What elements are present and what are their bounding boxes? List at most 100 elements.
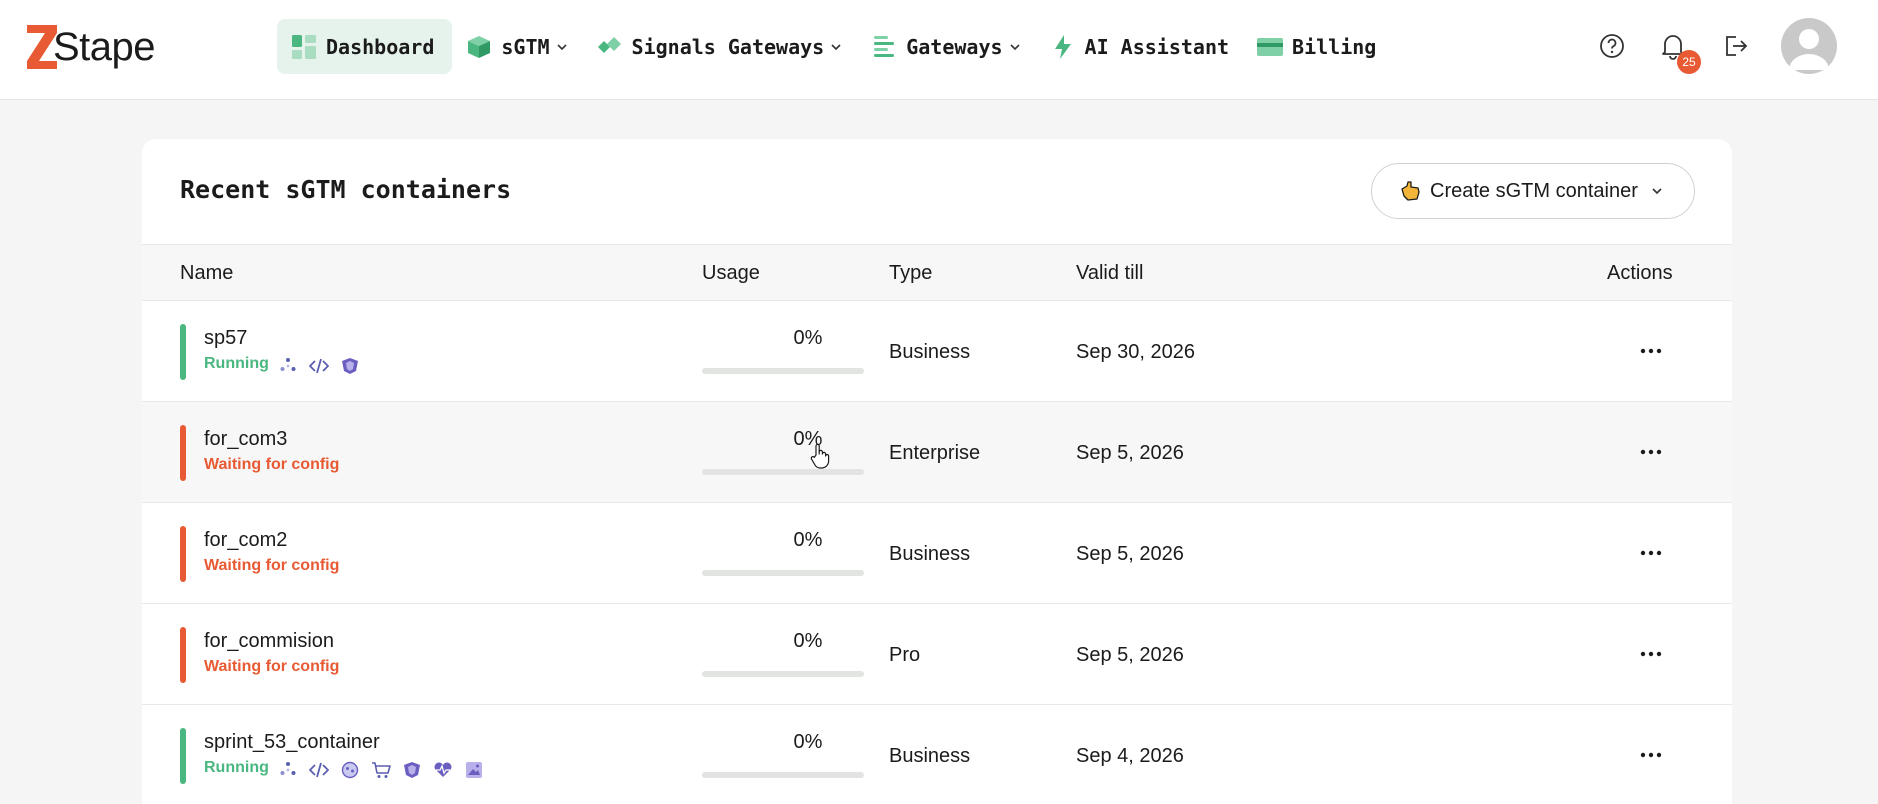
shield-icon bbox=[402, 760, 422, 780]
container-valid-till: Sep 5, 2026 bbox=[1076, 543, 1184, 565]
status-indicator-bar bbox=[180, 324, 186, 380]
avatar[interactable] bbox=[1781, 18, 1837, 74]
table-row[interactable]: sp57 Running 0% Business Sep 30, 2026 bbox=[142, 301, 1732, 402]
cart-icon bbox=[371, 760, 391, 780]
more-actions-icon[interactable] bbox=[1636, 640, 1666, 668]
more-actions-icon[interactable] bbox=[1636, 337, 1666, 365]
nav-label-billing: Billing bbox=[1292, 34, 1377, 59]
container-type: Business bbox=[889, 341, 971, 363]
image-icon bbox=[464, 760, 484, 780]
status-indicator-bar bbox=[180, 425, 186, 481]
feature-icons bbox=[278, 356, 371, 376]
table-header: Name Usage Type Valid till Actions bbox=[142, 244, 1732, 301]
code-icon bbox=[309, 356, 329, 376]
stape-logo-mark bbox=[27, 25, 57, 69]
container-type: Enterprise bbox=[889, 442, 981, 464]
card-title: Recent sGTM containers bbox=[180, 175, 512, 204]
container-valid-till: Sep 30, 2026 bbox=[1076, 341, 1195, 363]
container-type: Business bbox=[889, 543, 971, 565]
lines-icon bbox=[871, 34, 897, 60]
nav-label-ai-assistant: AI Assistant bbox=[1084, 34, 1230, 59]
code-icon bbox=[309, 760, 329, 780]
container-valid-till: Sep 5, 2026 bbox=[1076, 644, 1184, 666]
usage-progress-bar bbox=[702, 570, 864, 576]
column-header-type: Type bbox=[889, 262, 933, 284]
nav-item-ai-assistant[interactable]: AI Assistant bbox=[1036, 19, 1244, 74]
table-row[interactable]: for_commision Waiting for config 0% Pro Sep … bbox=[142, 604, 1732, 705]
globe-icon bbox=[340, 760, 360, 780]
nav-label-sgtm: sGTM bbox=[501, 34, 550, 59]
nav-item-sgtm[interactable]: sGTM bbox=[452, 19, 582, 74]
stape-logo[interactable]: Stape bbox=[27, 24, 156, 70]
status-indicator-bar bbox=[180, 526, 186, 582]
feature-icons bbox=[278, 760, 495, 780]
container-status: Waiting for config bbox=[204, 557, 340, 574]
column-header-usage: Usage bbox=[702, 262, 760, 284]
logout-icon[interactable] bbox=[1720, 30, 1752, 62]
container-type: Pro bbox=[889, 644, 921, 666]
chevron-down-icon bbox=[829, 40, 843, 54]
help-icon[interactable] bbox=[1596, 30, 1628, 62]
main-nav: Dashboard sGTM Signals Gateways Gateways bbox=[277, 19, 1390, 74]
container-status: Waiting for config bbox=[204, 658, 340, 675]
usage-value: 0% bbox=[793, 327, 823, 349]
nav-item-signals-gateways[interactable]: Signals Gateways bbox=[583, 19, 858, 74]
container-status: Running bbox=[204, 355, 269, 372]
shield-icon bbox=[340, 356, 360, 376]
nav-label-dashboard: Dashboard bbox=[326, 34, 435, 59]
hand-cursor-icon bbox=[810, 443, 830, 469]
pulse-icon bbox=[433, 760, 453, 780]
container-valid-till: Sep 4, 2026 bbox=[1076, 745, 1184, 767]
lightning-icon bbox=[1050, 34, 1076, 60]
usage-value: 0% bbox=[793, 731, 823, 753]
usage-value: 0% bbox=[793, 529, 823, 551]
column-header-valid-till: Valid till bbox=[1076, 262, 1144, 284]
nav-item-gateways[interactable]: Gateways bbox=[857, 19, 1035, 74]
container-name-link[interactable]: for_com2 bbox=[204, 529, 287, 552]
usage-progress-bar bbox=[702, 671, 864, 677]
nav-label-signals-gateways: Signals Gateways bbox=[631, 34, 825, 59]
usage-progress-bar bbox=[702, 772, 864, 778]
usage-value: 0% bbox=[793, 630, 823, 652]
table-row[interactable]: for_com3 Waiting for config 0% Enterprise Se… bbox=[142, 402, 1732, 503]
hand-pointer-icon bbox=[1398, 179, 1422, 203]
usage-progress-bar bbox=[702, 469, 864, 475]
usage-value: 0% bbox=[793, 428, 823, 450]
sparkle-icon bbox=[278, 760, 298, 780]
cube-icon bbox=[466, 34, 492, 60]
sparkle-icon bbox=[278, 356, 298, 376]
dashboard-icon bbox=[291, 34, 317, 60]
chevron-down-icon bbox=[1008, 40, 1022, 54]
container-status: Waiting for config bbox=[204, 456, 340, 473]
column-header-name: Name bbox=[180, 262, 234, 284]
column-header-actions: Actions bbox=[1607, 262, 1673, 284]
container-type: Business bbox=[889, 745, 971, 767]
nav-item-billing[interactable]: Billing bbox=[1243, 19, 1390, 74]
status-indicator-bar bbox=[180, 728, 186, 784]
top-navigation-bar: Stape Dashboard sGTM Signals Gateways Ga… bbox=[0, 0, 1878, 100]
nav-item-dashboard[interactable]: Dashboard bbox=[277, 19, 453, 74]
container-name-link[interactable]: for_commision bbox=[204, 630, 334, 653]
recent-containers-card: Recent sGTM containers Create sGTM conta… bbox=[142, 139, 1732, 804]
notification-badge: 25 bbox=[1677, 50, 1701, 74]
create-sgtm-container-button[interactable]: Create sGTM container bbox=[1371, 163, 1695, 219]
usage-progress-bar bbox=[702, 368, 864, 374]
more-actions-icon[interactable] bbox=[1636, 741, 1666, 769]
table-row[interactable]: sprint_53_container Running 0% Business Sep … bbox=[142, 705, 1732, 804]
more-actions-icon[interactable] bbox=[1636, 438, 1666, 466]
container-name-link[interactable]: for_com3 bbox=[204, 428, 287, 451]
status-indicator-bar bbox=[180, 627, 186, 683]
container-status: Running bbox=[204, 759, 269, 776]
container-valid-till: Sep 5, 2026 bbox=[1076, 442, 1184, 464]
table-row[interactable]: for_com2 Waiting for config 0% Business Sep … bbox=[142, 503, 1732, 604]
chevron-down-icon bbox=[555, 40, 569, 54]
create-button-label: Create sGTM container bbox=[1430, 179, 1638, 202]
container-name-link[interactable]: sp57 bbox=[204, 327, 247, 350]
container-name-link[interactable]: sprint_53_container bbox=[204, 731, 380, 754]
chevron-down-icon bbox=[1650, 184, 1664, 198]
more-actions-icon[interactable] bbox=[1636, 539, 1666, 567]
nav-label-gateways: Gateways bbox=[906, 34, 1003, 59]
diamonds-icon bbox=[597, 34, 623, 60]
stape-logo-text: Stape bbox=[53, 24, 156, 69]
card-icon bbox=[1257, 34, 1284, 60]
